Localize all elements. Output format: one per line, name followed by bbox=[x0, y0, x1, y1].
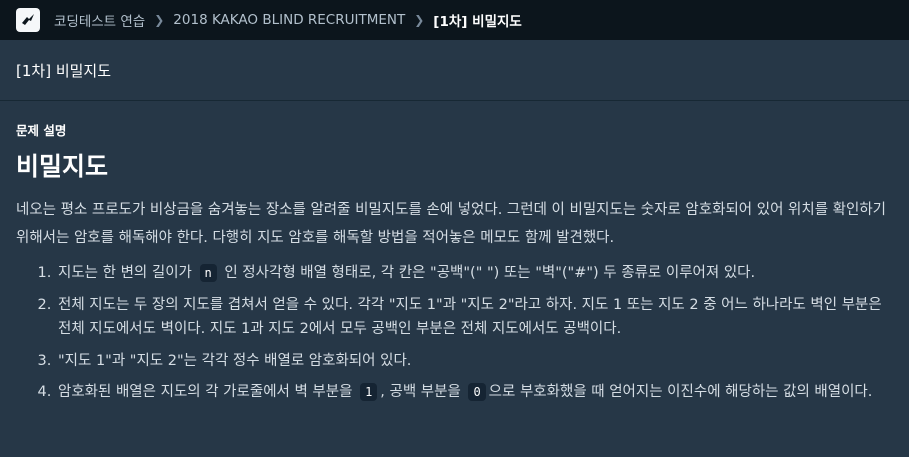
problem-title: [1차] 비밀지도 bbox=[16, 61, 112, 80]
inline-code: 1 bbox=[360, 383, 378, 401]
section-label: 문제 설명 bbox=[16, 123, 67, 138]
chevron-right-icon: ❯ bbox=[414, 13, 425, 27]
problem-description: 문제 설명 비밀지도 네오는 평소 프로도가 비상금을 숨겨놓는 장소를 알려줄… bbox=[0, 120, 909, 405]
rules-list: 지도는 한 변의 길이가 n 인 정사각형 배열 형태로, 각 칸은 "공백"(… bbox=[16, 261, 893, 405]
breadcrumb-kakao-recruitment[interactable]: 2018 KAKAO BLIND RECRUITMENT bbox=[173, 12, 405, 28]
list-item: 전체 지도는 두 장의 지도를 겹쳐서 얻을 수 있다. 각각 "지도 1"과 … bbox=[56, 293, 893, 342]
programmers-logo-icon[interactable] bbox=[16, 8, 40, 32]
list-item: 암호화된 배열은 지도의 각 가로줄에서 벽 부분을 1, 공백 부분을 0으로… bbox=[56, 380, 893, 405]
inline-code: 0 bbox=[468, 383, 486, 401]
description-heading: 비밀지도 bbox=[16, 152, 109, 181]
inline-code: n bbox=[199, 264, 217, 282]
problem-title-bar: [1차] 비밀지도 bbox=[0, 40, 909, 101]
intro-paragraph: 네오는 평소 프로도가 비상금을 숨겨놓는 장소를 알려줄 비밀지도를 손에 넣… bbox=[16, 202, 887, 246]
top-navigation-bar: 코딩테스트 연습 ❯ 2018 KAKAO BLIND RECRUITMENT … bbox=[0, 0, 909, 40]
list-item: "지도 1"과 "지도 2"는 각각 정수 배열로 암호화되어 있다. bbox=[56, 349, 893, 374]
list-item: 지도는 한 변의 길이가 n 인 정사각형 배열 형태로, 각 칸은 "공백"(… bbox=[56, 261, 893, 286]
breadcrumb-current-problem: [1차] 비밀지도 bbox=[433, 14, 522, 30]
chevron-right-icon: ❯ bbox=[154, 13, 165, 27]
breadcrumb-coding-test[interactable]: 코딩테스트 연습 bbox=[54, 10, 145, 30]
